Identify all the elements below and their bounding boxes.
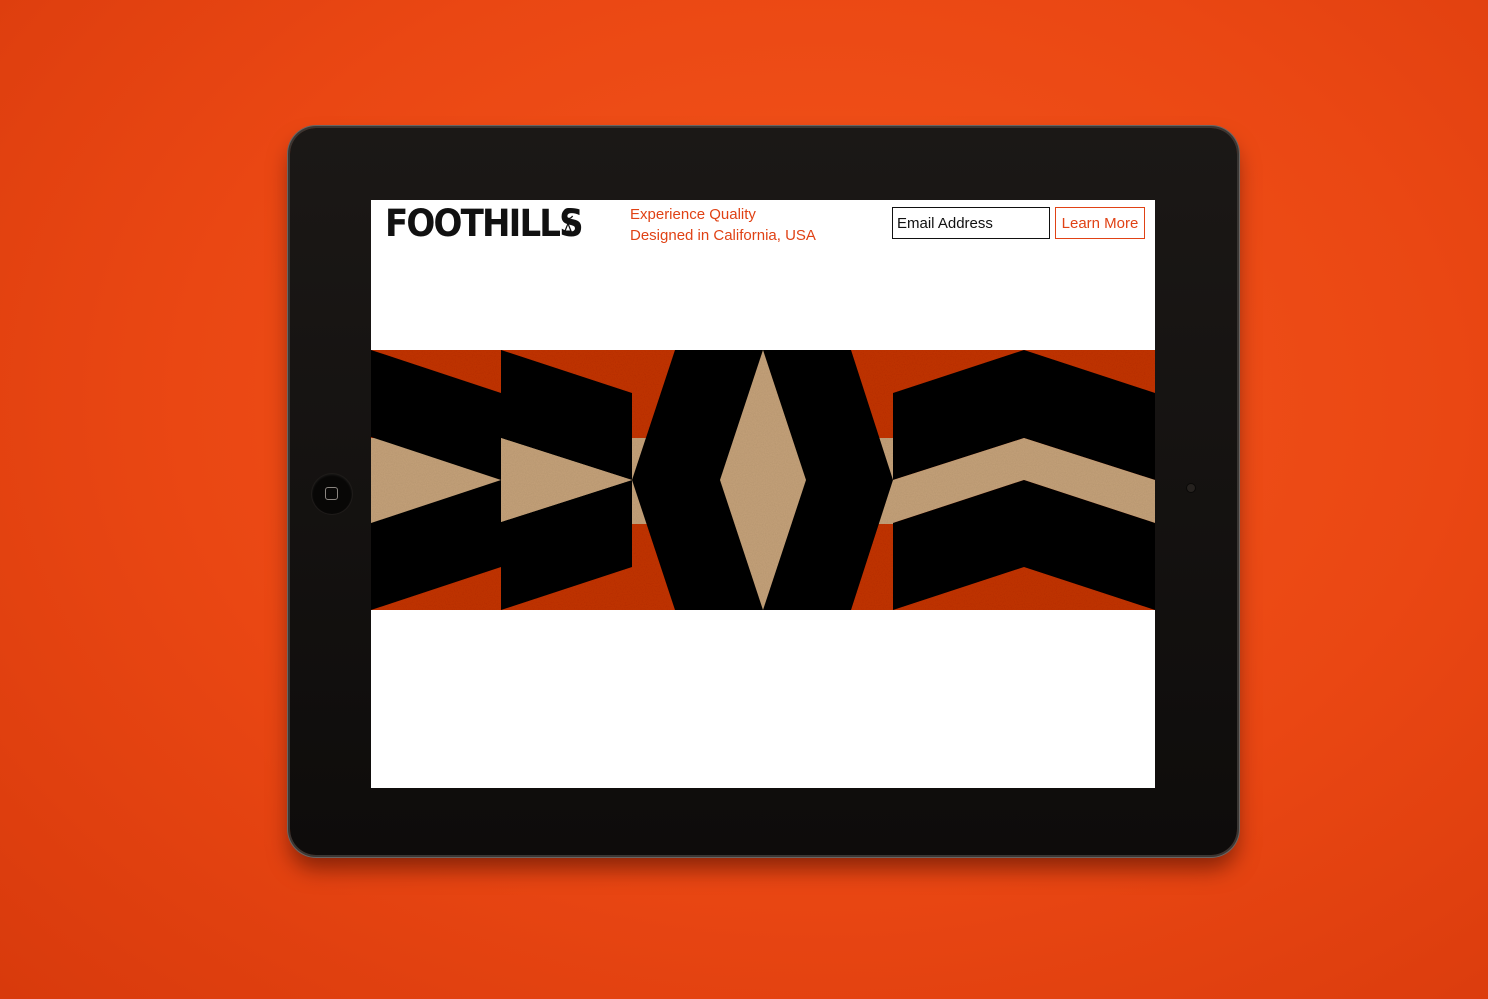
email-field[interactable] bbox=[892, 207, 1050, 239]
logo-suffix-letter: A bbox=[562, 222, 574, 239]
logo-suffix-letter: C bbox=[562, 206, 574, 223]
site-logo-suffix: C A bbox=[561, 207, 575, 239]
site-logo[interactable]: FOOTHILLS bbox=[385, 204, 584, 244]
home-button-icon[interactable] bbox=[312, 474, 352, 514]
tablet-device: FOOTHILLS C A Experience Quality Designe… bbox=[290, 128, 1237, 855]
camera-icon bbox=[1187, 484, 1195, 492]
site-header: FOOTHILLS C A Experience Quality Designe… bbox=[371, 200, 1155, 350]
tablet-screen: FOOTHILLS C A Experience Quality Designe… bbox=[371, 200, 1155, 788]
learn-more-button[interactable]: Learn More bbox=[1055, 207, 1145, 239]
tagline: Experience Quality Designed in Californi… bbox=[630, 204, 816, 246]
hero-pattern-banner bbox=[371, 350, 1155, 610]
geometric-pattern-graphic bbox=[371, 350, 1155, 610]
tagline-line-2: Designed in California, USA bbox=[630, 227, 816, 244]
tagline-line-1: Experience Quality bbox=[630, 206, 756, 223]
